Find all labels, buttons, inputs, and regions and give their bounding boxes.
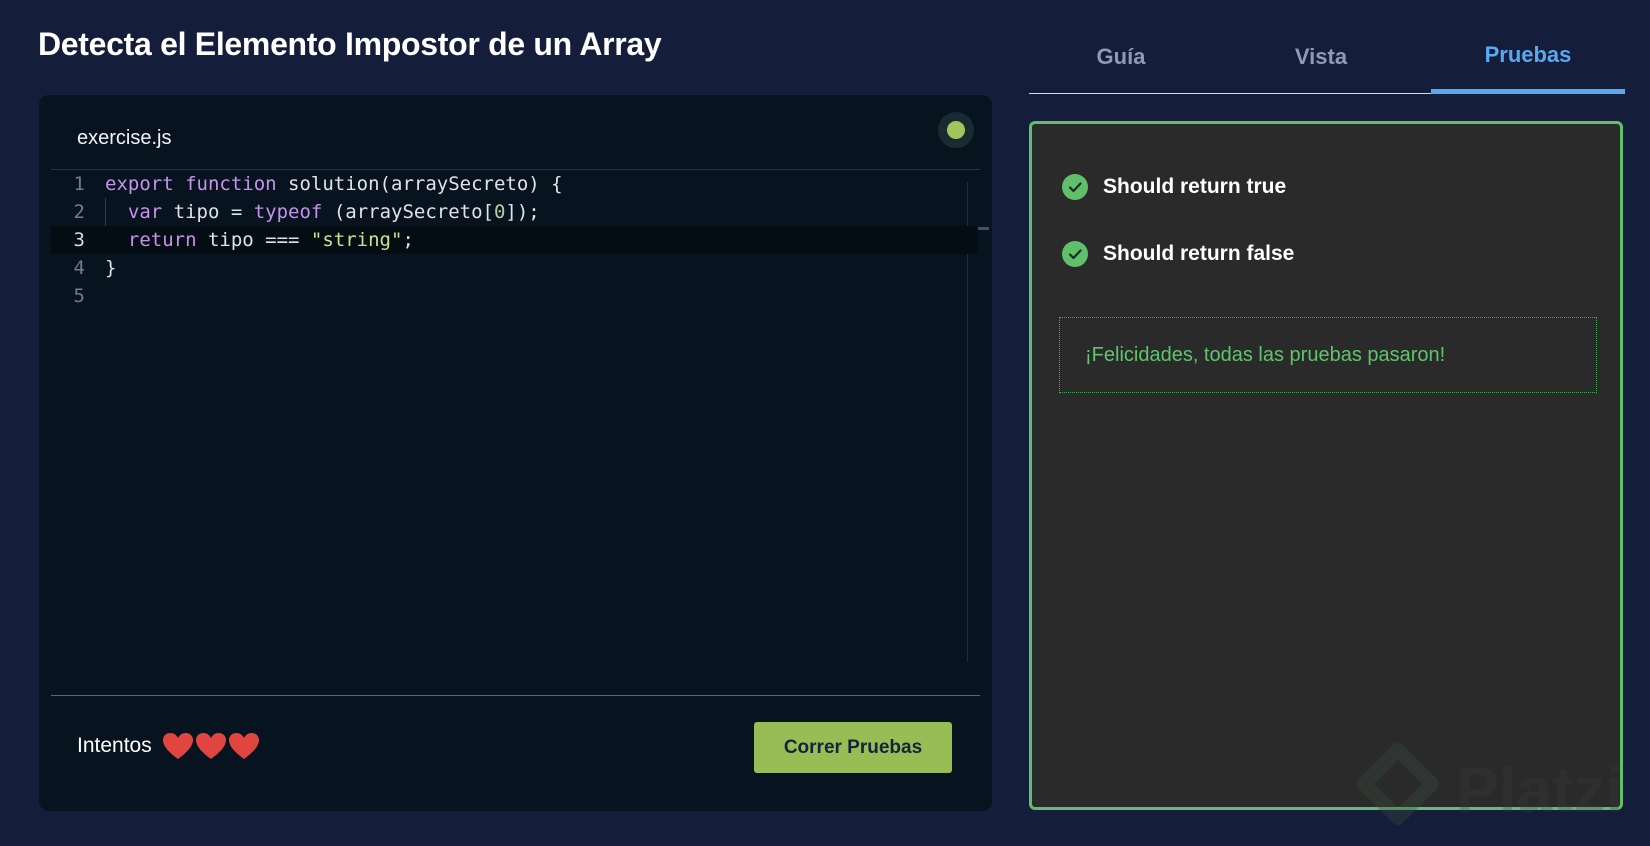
test-results-panel: Should return true Should return false ¡… bbox=[1029, 121, 1623, 810]
check-circle-icon bbox=[1062, 174, 1088, 200]
heart-icon bbox=[162, 733, 193, 759]
code-text: var tipo = typeof (arraySecreto[0]); bbox=[127, 201, 540, 223]
heart-icon bbox=[228, 733, 259, 759]
run-tests-button[interactable]: Correr Pruebas bbox=[754, 722, 952, 773]
tab-pruebas[interactable]: Pruebas bbox=[1431, 42, 1625, 92]
line-number: 5 bbox=[73, 285, 85, 307]
file-name-label: exercise.js bbox=[77, 127, 172, 149]
code-line[interactable]: 3 return tipo === "string"; bbox=[51, 226, 978, 254]
line-number: 3 bbox=[73, 229, 85, 251]
code-editor[interactable]: 1 export function solution(arraySecreto) … bbox=[51, 170, 989, 662]
line-number: 2 bbox=[73, 201, 85, 223]
test-name: Should return false bbox=[1103, 242, 1295, 265]
attempts-counter: Intentos bbox=[77, 732, 261, 760]
status-indicator bbox=[938, 112, 974, 148]
tab-guia[interactable]: Guía bbox=[1029, 44, 1213, 94]
active-tab-indicator bbox=[1431, 89, 1625, 94]
platzi-logo-watermark: Platzi bbox=[1357, 743, 1623, 826]
test-result-item: Should return true bbox=[1062, 174, 1286, 200]
code-text: return tipo === "string"; bbox=[127, 229, 414, 251]
check-circle-icon bbox=[1062, 241, 1088, 267]
line-number: 1 bbox=[73, 173, 85, 195]
code-text: export function solution(arraySecreto) { bbox=[105, 173, 563, 195]
editor-scrollbar[interactable] bbox=[967, 182, 968, 662]
test-name: Should return true bbox=[1103, 175, 1287, 198]
code-text: } bbox=[105, 257, 117, 279]
tab-vista[interactable]: Vista bbox=[1213, 44, 1429, 94]
heart-icon bbox=[195, 733, 226, 759]
hearts-group bbox=[162, 732, 261, 760]
test-result-item: Should return false bbox=[1062, 241, 1294, 267]
editor-footer-divider bbox=[51, 695, 980, 696]
watermark-text: Platzi bbox=[1456, 754, 1623, 826]
code-editor-panel: exercise.js 1 export function solution(ar… bbox=[39, 95, 992, 811]
page-title: Detecta el Elemento Impostor de un Array bbox=[38, 26, 662, 62]
tab-bar: Guía Vista Pruebas bbox=[1029, 32, 1625, 94]
success-message: ¡Felicidades, todas las pruebas pasaron! bbox=[1085, 343, 1446, 366]
line-number: 4 bbox=[73, 257, 85, 279]
status-dot-icon bbox=[947, 121, 965, 139]
attempts-label: Intentos bbox=[77, 734, 152, 757]
success-message-box: ¡Felicidades, todas las pruebas pasaron! bbox=[1059, 317, 1597, 393]
